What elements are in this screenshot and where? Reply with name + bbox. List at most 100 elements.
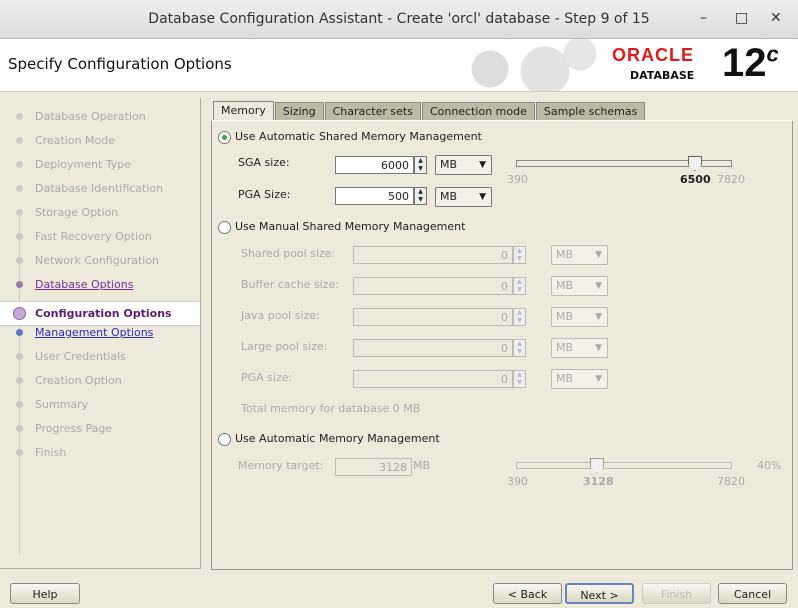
step-dot-icon [16, 113, 23, 120]
oracle-logo: ORACLE [612, 45, 694, 65]
manual-field-input[interactable]: 0 [353, 370, 513, 388]
step-item: Finish [35, 446, 67, 459]
close-button[interactable]: ✕ [770, 10, 782, 26]
step-dot-icon [16, 137, 23, 144]
step-dot-icon [16, 185, 23, 192]
minimize-button[interactable]: – [700, 10, 707, 26]
manual-field-unit-select[interactable]: MB [551, 369, 608, 389]
step-item: Fast Recovery Option [35, 230, 152, 243]
manual-field-input[interactable]: 0 [353, 246, 513, 264]
step-dot-icon [16, 401, 23, 408]
manual-field-input[interactable]: 0 [353, 339, 513, 357]
step-label: Configuration Options [35, 307, 172, 320]
header: Specify Configuration Options ORACLE DAT… [0, 39, 798, 92]
step-dot-icon [16, 329, 23, 336]
step-item: User Credentials [35, 350, 126, 363]
manual-field-label: Java pool size: [241, 309, 320, 322]
sga-input[interactable]: 6000 [335, 156, 414, 174]
steps-sidebar: Database Operation Creation Mode Deploymen… [0, 98, 201, 569]
manual-field-label: Buffer cache size: [241, 278, 339, 291]
gears-graphic [450, 39, 600, 91]
pga-unit-select[interactable]: MB [435, 187, 492, 207]
next-button[interactable]: Next > [565, 583, 634, 604]
step-dot-icon [16, 257, 23, 264]
memory-target-unit: MB [413, 459, 431, 472]
asmm-radio[interactable] [218, 131, 231, 144]
amm-slider-min: 390 [507, 475, 528, 488]
amm-slider-max: 7820 [717, 475, 745, 488]
manual-field-spinner[interactable]: ▲ ▼ [513, 246, 526, 264]
step-dot-icon [16, 233, 23, 240]
back-button[interactable]: < Back [493, 583, 562, 604]
tab-character-sets[interactable]: Character sets [324, 102, 421, 120]
sga-slider-max: 7820 [717, 173, 745, 186]
manual-field-unit-select[interactable]: MB [551, 276, 608, 296]
page-title: Specify Configuration Options [8, 55, 232, 73]
tab-sizing[interactable]: Sizing [274, 102, 324, 120]
logo-version: 12c [722, 41, 779, 85]
step-dot-icon [16, 449, 23, 456]
manual-field-label: Shared pool size: [241, 247, 336, 260]
total-memory-label: Total memory for database 0 MB [241, 402, 421, 415]
manual-field-spinner[interactable]: ▲ ▼ [513, 370, 526, 388]
manual-radio[interactable] [218, 221, 231, 234]
tab-memory[interactable]: Memory [213, 101, 274, 121]
step-item: Deployment Type [35, 158, 132, 171]
amm-slider-value: 3128 [583, 475, 614, 488]
amm-percent: 40% [757, 459, 782, 472]
manual-field-input[interactable]: 0 [353, 277, 513, 295]
pga-spinner[interactable]: ▲ ▼ [414, 187, 427, 205]
window-title: Database Configuration Assistant - Creat… [148, 11, 650, 27]
step-item: Network Configuration [35, 254, 160, 267]
step-item: Storage Option [35, 206, 119, 219]
manual-field-unit-select[interactable]: MB [551, 245, 608, 265]
step-dot-icon [16, 209, 23, 216]
step-dot-icon [16, 377, 23, 384]
step-item: Database Operation [35, 110, 146, 123]
manual-field-label: PGA size: [241, 371, 293, 384]
step-item[interactable]: Database Options [35, 278, 133, 291]
step-item: Summary [35, 398, 89, 411]
logo-product: DATABASE [630, 69, 695, 82]
step-item: Creation Mode [35, 134, 116, 147]
step-dot-icon [16, 161, 23, 168]
asmm-label: Use Automatic Shared Memory Management [235, 130, 482, 143]
tab-sample-schemas[interactable]: Sample schemas [535, 102, 646, 120]
manual-field-label: Large pool size: [241, 340, 328, 353]
title-bar: Database Configuration Assistant - Creat… [0, 0, 798, 39]
step-item: Progress Page [35, 422, 113, 435]
manual-field-spinner[interactable]: ▲ ▼ [513, 277, 526, 295]
manual-field-unit-select[interactable]: MB [551, 307, 608, 327]
sga-spinner[interactable]: ▲ ▼ [414, 156, 427, 174]
tab-connection-mode[interactable]: Connection mode [421, 102, 535, 120]
step-item: Database Identification [35, 182, 164, 195]
tab-bar: Memory Sizing Character sets Connection … [213, 101, 646, 121]
sga-slider-min: 390 [507, 173, 528, 186]
pga-label: PGA Size: [238, 188, 291, 201]
amm-radio[interactable] [218, 433, 231, 446]
step-current-icon [13, 307, 26, 320]
step-dot-icon [16, 353, 23, 360]
finish-button[interactable]: Finish [642, 583, 711, 604]
amm-slider[interactable] [516, 462, 732, 469]
step-current: Configuration Options [0, 301, 200, 326]
amm-label: Use Automatic Memory Management [235, 432, 440, 445]
manual-field-spinner[interactable]: ▲ ▼ [513, 308, 526, 326]
memory-target-input[interactable]: 3128 [335, 458, 412, 476]
manual-field-input[interactable]: 0 [353, 308, 513, 326]
pga-input[interactable]: 500 [335, 187, 414, 205]
step-dot-icon [16, 281, 23, 288]
step-item: Creation Option [35, 374, 122, 387]
sga-label: SGA size: [238, 156, 290, 169]
step-item[interactable]: Management Options [35, 326, 153, 339]
sga-slider-value: 6500 [680, 173, 711, 186]
manual-label: Use Manual Shared Memory Management [235, 220, 466, 233]
manual-field-spinner[interactable]: ▲ ▼ [513, 339, 526, 357]
manual-field-unit-select[interactable]: MB [551, 338, 608, 358]
help-button[interactable]: Help [10, 583, 80, 604]
sga-unit-select[interactable]: MB [435, 155, 492, 175]
cancel-button[interactable]: Cancel [718, 583, 787, 604]
memory-target-label: Memory target: [238, 459, 324, 472]
step-dot-icon [16, 425, 23, 432]
maximize-button[interactable]: □ [735, 10, 748, 26]
